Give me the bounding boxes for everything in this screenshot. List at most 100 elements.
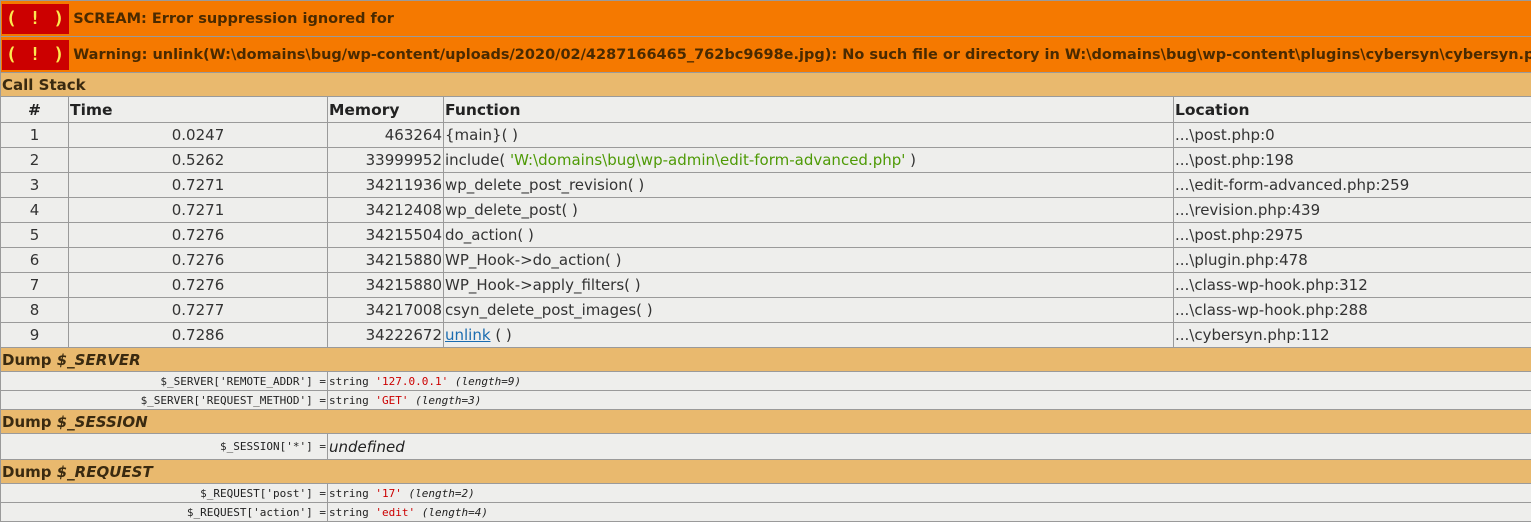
dump-length: (length=9) [448,374,522,388]
frame-function: WP_Hook->do_action( ) [443,247,1174,273]
col-time: Time [68,96,328,123]
dump-session-title: Dump $_SESSION [0,409,1531,434]
dump-row: $_SERVER['REQUEST_METHOD'] = string 'GET… [0,390,1531,410]
frame-number: 3 [0,172,69,198]
frame-time: 0.7277 [68,297,328,323]
function-name: include( [445,151,510,169]
frame-function: include( 'W:\domains\bug\wp-admin\edit-f… [443,147,1174,173]
frame-function: do_action( ) [443,222,1174,248]
frame-time: 0.7276 [68,247,328,273]
dump-string-value: 'edit' [375,505,416,519]
frame-location: ...\post.php:198 [1172,147,1531,173]
xdebug-error-table: ( ! ) SCREAM: Error suppression ignored f… [0,0,1531,522]
frame-number: 7 [0,272,69,298]
frame-number: 5 [0,222,69,248]
dump-key: $_REQUEST['action'] = [0,502,328,522]
frame-number: 9 [0,322,69,348]
stack-frame-row: 9 0.7286 34222672 unlink ( ) ...\cybersy… [0,322,1531,348]
frame-number: 4 [0,197,69,223]
frame-memory: 34215504 [327,222,444,248]
function-argument: 'W:\domains\bug\wp-admin\edit-form-advan… [509,151,906,169]
dump-label: Dump [2,462,57,481]
frame-time: 0.0247 [68,122,328,148]
dump-string-value: 'GET' [375,393,409,407]
dump-type: string [329,393,376,407]
error-icon: ( ! ) [2,3,70,34]
frame-location: ...\post.php:0 [1172,122,1531,148]
col-memory: Memory [327,96,444,123]
dump-value: string '17' (length=2) [326,483,1531,503]
dump-length: (length=3) [408,393,482,407]
frame-number: 2 [0,147,69,173]
frame-function: csyn_delete_post_images( ) [443,297,1174,323]
stack-frame-row: 8 0.7277 34217008 csyn_delete_post_image… [0,297,1531,323]
frame-function: wp_delete_post( ) [443,197,1174,223]
scream-error-cell: ( ! ) SCREAM: Error suppression ignored f… [0,0,1531,37]
dump-length: (length=2) [401,486,475,500]
dump-value: string '127.0.0.1' (length=9) [326,371,1531,391]
dump-type: string [329,505,376,519]
frame-function: WP_Hook->apply_filters( ) [443,272,1174,298]
frame-location: ...\class-wp-hook.php:312 [1172,272,1531,298]
warning-message: Warning: unlink(W:\domains\bug/wp-conten… [73,46,1531,63]
dump-row: $_SERVER['REMOTE_ADDR'] = string '127.0.… [0,371,1531,391]
frame-memory: 34217008 [327,297,444,323]
dump-type: string [329,374,376,388]
dump-request-title: Dump $_REQUEST [0,459,1531,484]
scream-message: SCREAM: Error suppression ignored for [73,10,394,27]
frame-time: 0.5262 [68,147,328,173]
call-stack-columns: # Time Memory Function Location [0,96,1531,123]
dump-row: $_REQUEST['action'] = string 'edit' (len… [0,502,1531,522]
frame-memory: 34215880 [327,272,444,298]
frame-memory: 34211936 [327,172,444,198]
dump-server-header: Dump $_SERVER [0,347,1531,372]
warning-icon: ( ! ) [2,39,70,70]
dump-key: $_SERVER['REQUEST_METHOD'] = [0,390,328,410]
dump-label: Dump [2,350,57,369]
frame-memory: 33999952 [327,147,444,173]
dump-variable-name: $_SERVER [56,350,141,369]
dump-length: (length=4) [415,505,488,519]
dump-row: $_SESSION['*'] = undefined [0,433,1531,460]
frame-function: unlink ( ) [443,322,1174,348]
stack-frame-row: 4 0.7271 34212408 wp_delete_post( ) ...\… [0,197,1531,223]
dump-variable-name: $_SESSION [56,412,148,431]
dump-type: string [329,486,376,500]
frame-time: 0.7276 [68,222,328,248]
call-stack-title: Call Stack [0,72,1531,97]
dump-key: $_REQUEST['post'] = [0,483,328,503]
frame-location: ...\post.php:2975 [1172,222,1531,248]
dump-value: string 'GET' (length=3) [326,390,1531,410]
dump-string-value: '17' [375,486,402,500]
dump-value: string 'edit' (length=4) [326,502,1531,522]
frame-memory: 463264 [327,122,444,148]
stack-frame-row: 5 0.7276 34215504 do_action( ) ...\post.… [0,222,1531,248]
dump-string-value: '127.0.0.1' [375,374,449,388]
frame-function: {main}( ) [443,122,1174,148]
dump-server-title: Dump $_SERVER [0,347,1531,372]
frame-number: 6 [0,247,69,273]
stack-frame-row: 3 0.7271 34211936 wp_delete_post_revisio… [0,172,1531,198]
frame-number: 8 [0,297,69,323]
col-location: Location [1172,96,1531,123]
dump-variable-name: $_REQUEST [56,462,153,481]
warning-row: ( ! ) Warning: unlink(W:\domains\bug/wp-c… [0,36,1531,73]
dump-undefined-value: undefined [326,433,1531,460]
dump-key: $_SERVER['REMOTE_ADDR'] = [0,371,328,391]
frame-time: 0.7276 [68,272,328,298]
warning-cell: ( ! ) Warning: unlink(W:\domains\bug/wp-c… [0,36,1531,73]
dump-row: $_REQUEST['post'] = string '17' (length=… [0,483,1531,503]
unlink-doc-link[interactable]: unlink [445,326,491,344]
dump-key: $_SESSION['*'] = [0,433,328,460]
col-function: Function [443,96,1174,123]
stack-frame-row: 1 0.0247 463264 {main}( ) ...\post.php:0 [0,122,1531,148]
frame-location: ...\cybersyn.php:112 [1172,322,1531,348]
stack-frame-row: 2 0.5262 33999952 include( 'W:\domains\b… [0,147,1531,173]
dump-session-header: Dump $_SESSION [0,409,1531,434]
warning-text: Warning: unlink(W:\domains\bug/wp-conten… [73,46,1531,63]
frame-time: 0.7286 [68,322,328,348]
frame-time: 0.7271 [68,197,328,223]
frame-memory: 34215880 [327,247,444,273]
frame-number: 1 [0,122,69,148]
frame-location: ...\plugin.php:478 [1172,247,1531,273]
